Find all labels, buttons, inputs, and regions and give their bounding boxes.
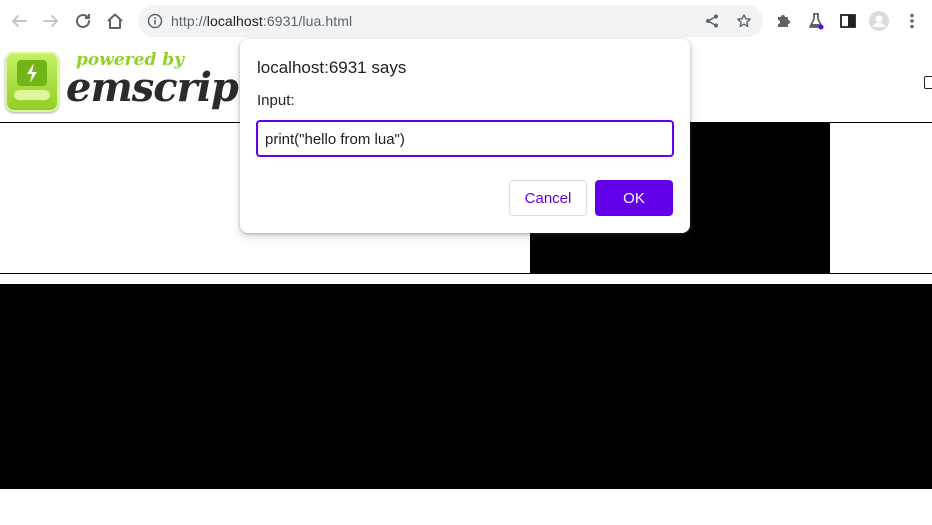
star-icon[interactable] xyxy=(736,13,752,29)
forward-button[interactable] xyxy=(39,9,63,33)
arrow-left-icon xyxy=(12,15,27,27)
avatar-icon[interactable] xyxy=(869,11,889,31)
prompt-dialog: localhost:6931 says Input: Cancel OK xyxy=(240,39,690,233)
more-vert-icon[interactable] xyxy=(902,11,922,31)
info-icon[interactable] xyxy=(147,13,163,29)
reload-button[interactable] xyxy=(71,9,95,33)
back-button[interactable] xyxy=(7,9,31,33)
badge-base xyxy=(14,90,50,100)
arrow-right-icon xyxy=(43,15,58,27)
dialog-title: localhost:6931 says xyxy=(257,58,407,77)
address-bar[interactable]: http://localhost:6931/lua.html xyxy=(138,5,763,37)
flask-icon[interactable] xyxy=(806,11,826,31)
lightning-icon xyxy=(17,60,47,86)
url-path: :6931/lua.html xyxy=(262,13,353,29)
browser-toolbar: http://localhost:6931/lua.html xyxy=(0,0,932,42)
dialog-label: Input: xyxy=(257,92,295,109)
url-text[interactable]: http://localhost:6931/lua.html xyxy=(171,13,352,29)
side-panel-icon[interactable] xyxy=(838,11,858,31)
reload-icon xyxy=(76,13,90,28)
url-host: localhost xyxy=(206,13,263,29)
prompt-input-field[interactable] xyxy=(256,120,674,157)
home-icon xyxy=(107,13,123,29)
emscripten-badge-icon xyxy=(5,52,59,112)
cancel-button[interactable]: Cancel xyxy=(509,180,587,216)
emscripten-logo[interactable]: powered by emscripten xyxy=(0,46,309,118)
console-output[interactable] xyxy=(0,284,932,489)
page-checkbox[interactable] xyxy=(924,76,932,89)
home-button[interactable] xyxy=(103,9,127,33)
ok-button[interactable]: OK xyxy=(595,180,673,216)
url-scheme: http:// xyxy=(171,13,207,29)
share-icon[interactable] xyxy=(704,13,720,29)
divider-middle xyxy=(0,273,932,274)
puzzle-icon[interactable] xyxy=(774,11,794,31)
prompt-input[interactable] xyxy=(265,129,665,149)
